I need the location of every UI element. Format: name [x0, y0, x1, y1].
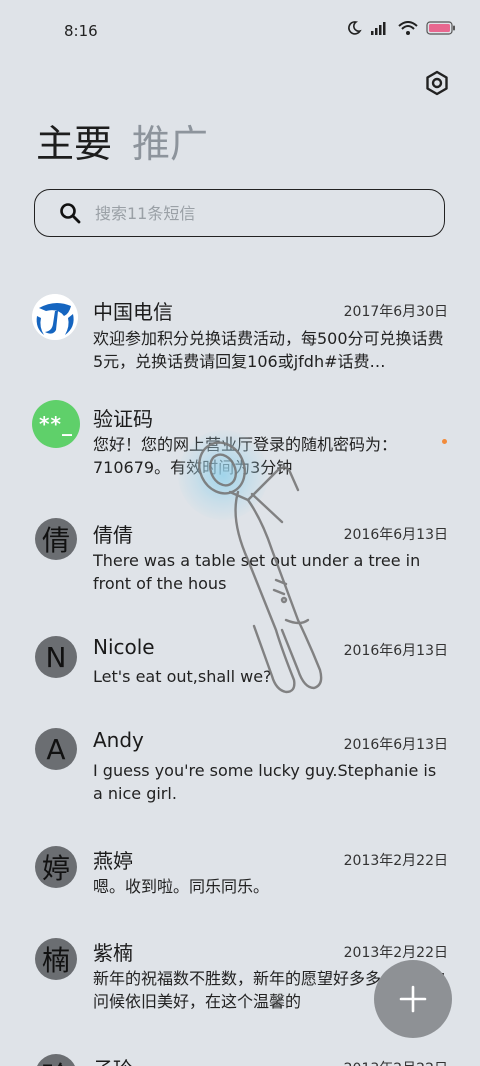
battery-icon [426, 21, 455, 35]
tab-bar: 主要 推广 [36, 122, 208, 166]
contact-name: 燕婷 [93, 849, 133, 873]
message-snippet: 欢迎参加积分兑换话费活动，每500分可兑换话费5元，兑换话费请回复106或jfd… [93, 329, 444, 371]
china-telecom-logo-icon [32, 294, 78, 340]
message-snippet: 嗯。收到啦。同乐同乐。 [93, 877, 270, 896]
contact-name: 中国电信 [93, 300, 173, 324]
message-date: 2013年2月22日 [343, 945, 448, 961]
status-icons [346, 20, 456, 36]
search-input[interactable] [93, 202, 397, 224]
verification-avatar: **_ [32, 400, 80, 448]
contact-name: 子玲 [93, 1053, 133, 1066]
contact-name: Andy [93, 728, 144, 752]
message-date: 2013年2月22日 [343, 853, 448, 869]
contact-avatar: 楠 [35, 938, 77, 980]
contact-name: 验证码 [93, 407, 153, 431]
china-telecom-logo-avatar [32, 294, 78, 340]
status-bar: 8:16 [0, 0, 480, 62]
contact-avatar: N [35, 636, 77, 678]
message-snippet: I guess you're some lucky guy.Stephanie … [93, 761, 437, 803]
contact-avatar: 婷 [35, 846, 77, 888]
contact-avatar: 玲 [35, 1054, 77, 1066]
message-date: 2017年6月30日 [343, 304, 448, 320]
status-time: 8:16 [64, 22, 98, 40]
search-bar[interactable] [34, 189, 445, 237]
conversation-item[interactable]: A Andy 2016年6月13日 I guess you're some lu… [0, 728, 480, 838]
gesture-hint-figure-icon [198, 441, 323, 694]
contact-name: 倩倩 [93, 523, 133, 547]
gear-icon [426, 70, 448, 96]
message-date: 2016年6月13日 [343, 643, 448, 659]
conversation-item[interactable]: 中国电信 2017年6月30日 欢迎参加积分兑换话费活动，每500分可兑换话费5… [0, 282, 480, 392]
message-date: 2013年2月22日 [344, 1058, 448, 1066]
search-icon [60, 203, 81, 224]
contact-avatar: A [35, 728, 77, 770]
conversation-item[interactable]: 玲 子玲 2013年2月22日 [0, 1050, 480, 1066]
plus-icon [399, 985, 427, 1013]
settings-button[interactable] [424, 70, 450, 96]
do-not-disturb-moon-icon [348, 21, 362, 35]
signal-icon [371, 22, 386, 35]
contact-avatar: 倩 [35, 518, 77, 560]
tab-promotions[interactable]: 推广 [132, 122, 208, 166]
new-message-button[interactable] [374, 960, 452, 1038]
message-date: 2016年6月13日 [343, 737, 448, 753]
contact-name: Nicole [93, 635, 155, 659]
contact-name: 紫楠 [93, 941, 133, 965]
message-date: 2016年6月13日 [343, 527, 448, 543]
wifi-icon [398, 21, 418, 35]
tab-primary[interactable]: 主要 [36, 122, 112, 166]
